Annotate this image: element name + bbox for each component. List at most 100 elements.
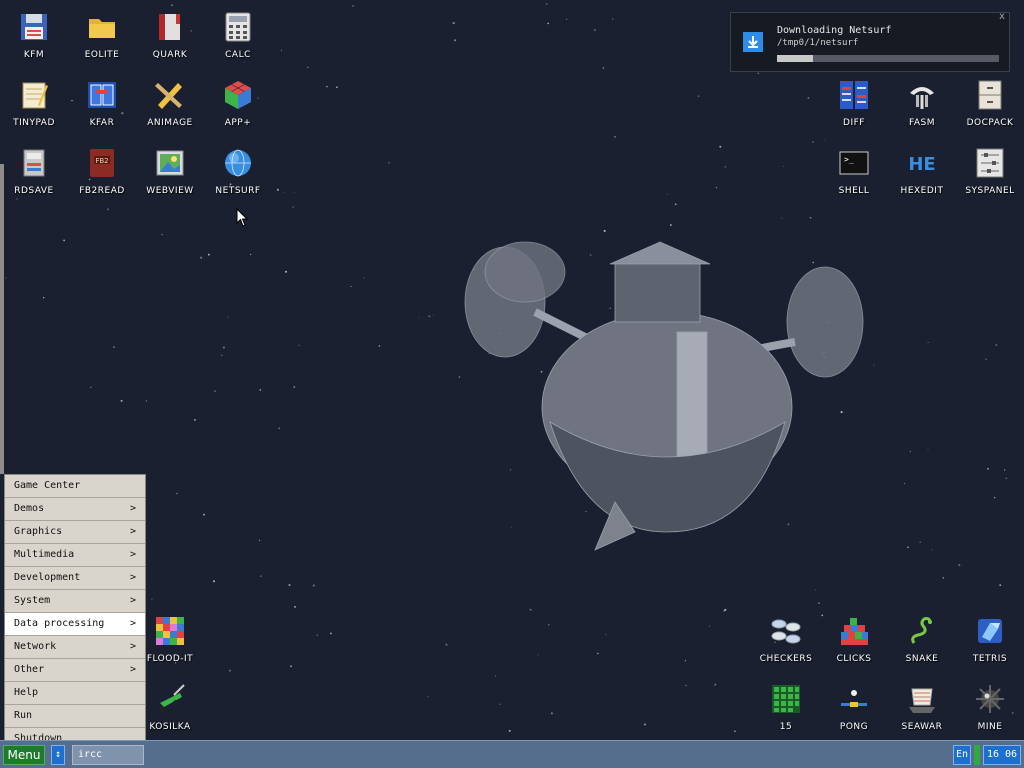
menu-item-system[interactable]: System > — [5, 590, 145, 613]
globe-icon — [221, 146, 255, 180]
menu-item-label: System — [14, 595, 51, 606]
star — [909, 450, 911, 453]
folder-icon — [85, 10, 119, 44]
star — [260, 575, 262, 578]
star — [757, 72, 760, 75]
menu-item-demos[interactable]: Demos > — [5, 498, 145, 521]
star — [593, 28, 596, 32]
desktop-icon-rdsave[interactable]: RDSAVE — [2, 146, 66, 208]
menu-item-network[interactable]: Network > — [5, 636, 145, 659]
desktop-icon-syspanel[interactable]: SYSPANEL — [958, 146, 1022, 208]
taskbar: Menu ↕ ircc En 16 06 — [0, 740, 1024, 768]
desktop-icon-animage[interactable]: ANIMAGE — [138, 78, 202, 140]
desktop-icon-calc[interactable]: CALC — [206, 10, 270, 72]
terminal-icon: >_ — [837, 146, 871, 180]
fifteen-grid-icon — [769, 682, 803, 716]
desktop-icon-webview[interactable]: WEBVIEW — [138, 146, 202, 208]
desktop-icon-docpack[interactable]: DOCPACK — [958, 78, 1022, 140]
desktop-icon-hexedit[interactable]: HE HEXEDIT — [890, 146, 954, 208]
taskbar-task-ircc[interactable]: ircc — [72, 745, 144, 765]
notepad-icon — [17, 78, 51, 112]
star — [995, 344, 998, 346]
menu-item-multimedia[interactable]: Multimedia > — [5, 544, 145, 567]
desktop-icon-label: APP+ — [224, 118, 252, 128]
clock[interactable]: 16 06 — [983, 745, 1021, 765]
star — [284, 270, 288, 273]
menu-item-development[interactable]: Development > — [5, 567, 145, 590]
star — [120, 399, 123, 402]
star — [605, 633, 607, 636]
star — [388, 161, 390, 164]
star — [161, 233, 163, 236]
menu-item-game-center[interactable]: Game Center — [5, 475, 145, 498]
desktop-icon-snake[interactable]: SNAKE — [890, 614, 954, 676]
desktop-icon-fb2read[interactable]: FB2 FB2READ — [70, 146, 134, 208]
desktop-icon-appplus[interactable]: APP+ — [206, 78, 270, 140]
star — [294, 605, 296, 608]
snake-icon — [905, 614, 939, 648]
star — [283, 192, 285, 194]
desktop-icon-eolite[interactable]: EOLITE — [70, 10, 134, 72]
checkers-icon — [769, 614, 803, 648]
star — [684, 660, 687, 662]
desktop-icon-15[interactable]: 15 — [754, 682, 818, 744]
download-notification[interactable]: Downloading Netsurf /tmp0/1/netsurf x — [730, 11, 1010, 72]
star — [290, 665, 292, 668]
desktop-icon-seawar[interactable]: SEAWAR — [890, 682, 954, 744]
desktop-icon-mine[interactable]: MINE — [958, 682, 1022, 744]
archive-icon — [85, 78, 119, 112]
star — [352, 5, 354, 7]
cabinet-icon — [973, 78, 1007, 112]
star — [708, 625, 710, 627]
star — [714, 683, 717, 686]
menu-item-other[interactable]: Other > — [5, 659, 145, 682]
desktop-icon-label: FLOOD-IT — [146, 654, 194, 664]
notification-title: Downloading Netsurf — [777, 25, 892, 36]
desktop-icon-label: KOSILKA — [149, 722, 191, 732]
star — [547, 22, 549, 25]
chevron-right-icon: > — [129, 618, 136, 629]
desktop-icon-shell[interactable]: >_ SHELL — [822, 146, 886, 208]
menu-button[interactable]: Menu — [3, 745, 45, 765]
download-progress-bar — [777, 55, 999, 62]
window-switch-button[interactable]: ↕ — [51, 745, 65, 765]
star — [107, 208, 110, 211]
desktop-icon-clicks[interactable]: CLICKS — [822, 614, 886, 676]
star — [445, 643, 448, 646]
svg-text:>_: >_ — [844, 155, 854, 164]
desktop-icon-diff[interactable]: DIFF — [822, 78, 886, 140]
tray-status-indicator[interactable] — [974, 745, 980, 765]
desktop-icon-label: EOLITE — [84, 50, 120, 60]
desktop-icon-netsurf[interactable]: NETSURF — [206, 146, 270, 208]
menu-item-data-processing[interactable]: Data processing > — [5, 613, 145, 636]
desktop-icon-tetris[interactable]: TETRIS — [958, 614, 1022, 676]
desktop-icon-label: KFM — [23, 50, 45, 60]
desktop-icon-kfar[interactable]: KFAR — [70, 78, 134, 140]
desktop-icon-fasm[interactable]: FASM — [890, 78, 954, 140]
star — [942, 577, 945, 579]
star — [782, 165, 784, 167]
hex-icon: HE — [905, 146, 939, 180]
star — [276, 188, 279, 191]
star — [316, 634, 318, 636]
desktop-icon-label: 15 — [779, 722, 793, 732]
desktop-icon-flood-it[interactable]: FLOOD-IT — [138, 614, 202, 676]
desktop-icon-tinypad[interactable]: TINYPAD — [2, 78, 66, 140]
desktop-icon-kfm[interactable]: KFM — [2, 10, 66, 72]
mouse-cursor-icon — [236, 208, 249, 227]
desktop-icon-quark[interactable]: QUARK — [138, 10, 202, 72]
star — [781, 217, 783, 219]
menu-item-run[interactable]: Run — [5, 705, 145, 728]
desktop-icon-kosilka[interactable]: KOSILKA — [138, 682, 202, 744]
menu-item-graphics[interactable]: Graphics > — [5, 521, 145, 544]
desktop-icon-checkers[interactable]: CHECKERS — [754, 614, 818, 676]
desktop-icon-pong[interactable]: PONG — [822, 682, 886, 744]
language-indicator[interactable]: En — [953, 745, 971, 765]
desktop-icon-label: QUARK — [152, 50, 188, 60]
desktop-icon-label: SHELL — [838, 186, 870, 196]
chevron-right-icon: > — [129, 503, 136, 514]
star — [724, 166, 726, 168]
close-icon[interactable]: x — [999, 11, 1005, 22]
menu-item-help[interactable]: Help — [5, 682, 145, 705]
star — [993, 496, 996, 499]
